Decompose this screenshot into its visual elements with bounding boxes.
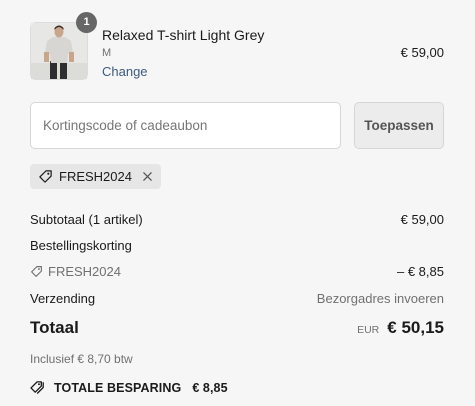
order-discount-label: Bestellingskorting	[30, 238, 132, 253]
discount-code-input[interactable]	[30, 102, 341, 149]
total-amount: € 50,15	[387, 318, 444, 337]
applied-code-tag: FRESH2024	[30, 164, 161, 189]
shipping-label: Verzending	[30, 291, 96, 306]
total-amount-group: EUR € 50,15	[357, 318, 444, 338]
total-row: Totaal EUR € 50,15	[30, 318, 444, 344]
discount-value: – € 8,85	[397, 264, 444, 279]
discount-code-row: FRESH2024 – € 8,85	[30, 264, 444, 279]
apply-discount-button[interactable]: Toepassen	[354, 102, 444, 149]
shipping-row: Verzending Bezorgadres invoeren	[30, 291, 444, 306]
line-item: 1 Relaxed T-shirt Light Grey M Change € …	[30, 12, 444, 82]
subtotal-value: € 59,00	[400, 212, 444, 227]
subtotal-label: Subtotaal (1 artikel)	[30, 212, 143, 227]
discount-code-label-group: FRESH2024	[30, 264, 444, 279]
product-price: € 59,00	[400, 45, 444, 60]
order-summary-panel: 1 Relaxed T-shirt Light Grey M Change € …	[0, 0, 475, 406]
quantity-badge: 1	[76, 12, 97, 33]
discount-code-name: FRESH2024	[48, 264, 121, 279]
product-name: Relaxed T-shirt Light Grey	[102, 27, 265, 43]
order-discount-row: Bestellingskorting	[30, 238, 444, 253]
change-variant-link[interactable]: Change	[102, 64, 148, 79]
total-label: Totaal	[30, 318, 79, 337]
savings-tag-icon	[30, 380, 47, 395]
subtotal-row: Subtotaal (1 artikel) € 59,00	[30, 212, 444, 227]
person-wearing-tshirt-photo	[31, 23, 87, 79]
shipping-value: Bezorgadres invoeren	[316, 291, 444, 306]
savings-value: € 8,85	[192, 380, 228, 395]
close-icon[interactable]	[142, 171, 153, 182]
product-thumbnail: 1	[30, 12, 97, 80]
product-variant: M	[102, 47, 112, 59]
savings-label: TOTALE BESPARING	[54, 380, 182, 395]
total-savings-row: TOTALE BESPARING € 8,85	[30, 380, 444, 395]
tax-note: Inclusief € 8,70 btw	[30, 352, 133, 366]
tag-icon	[38, 169, 53, 184]
currency-code: EUR	[357, 324, 380, 336]
applied-code-label: FRESH2024	[59, 169, 132, 184]
tag-icon	[30, 265, 43, 278]
